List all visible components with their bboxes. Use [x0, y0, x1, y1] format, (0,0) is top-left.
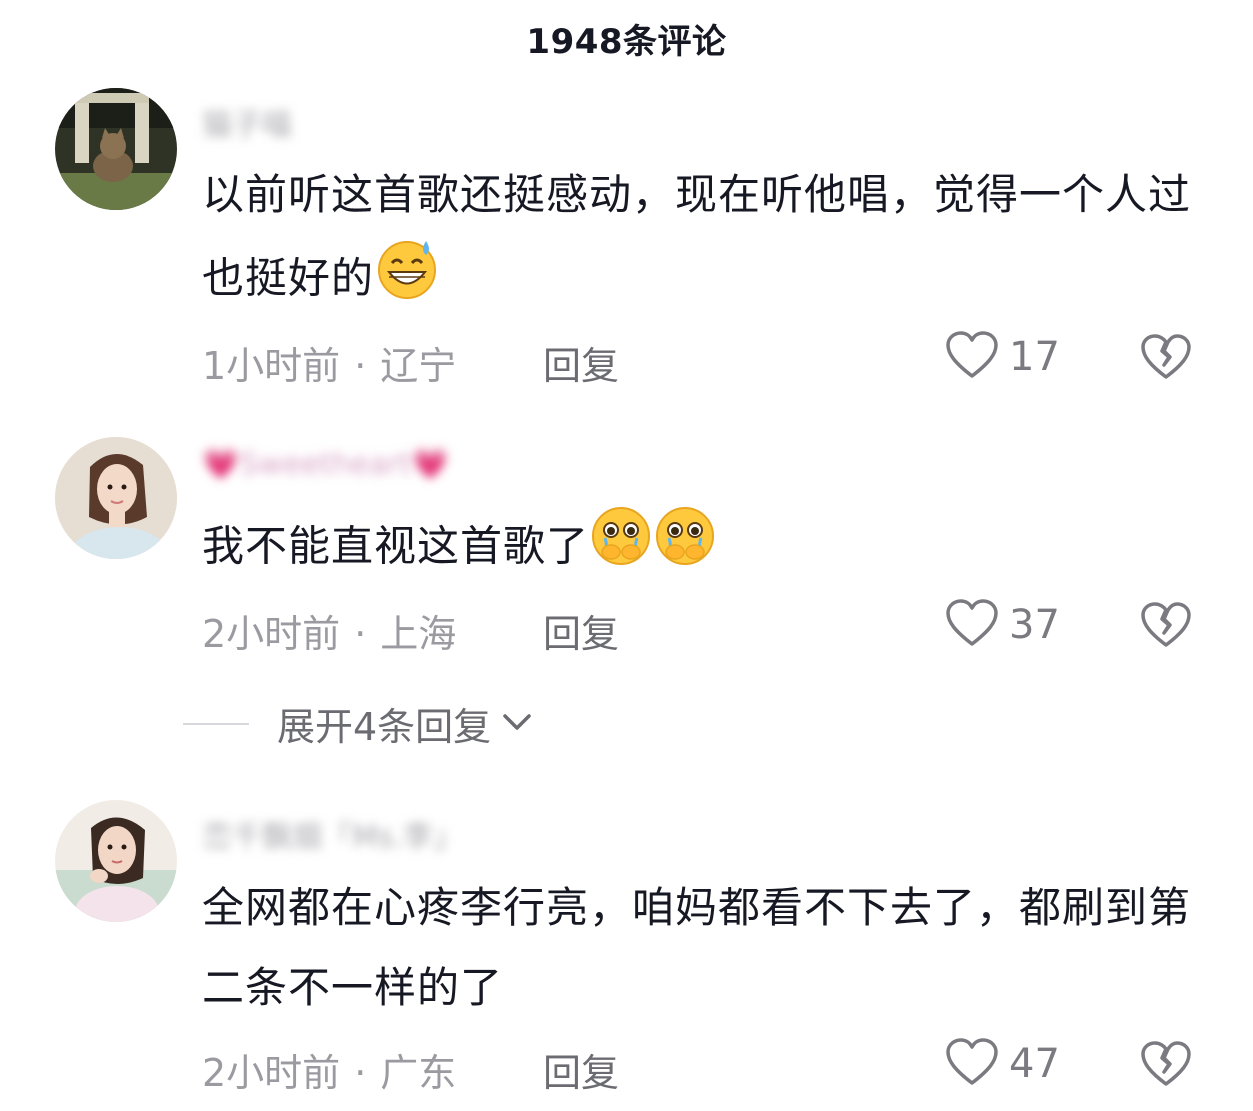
heart-icon [945, 1037, 999, 1091]
expand-replies-label: 展开4条回复 [277, 705, 492, 749]
comment-time: 2小时前 [202, 1051, 341, 1095]
divider-line [183, 722, 249, 725]
comment-text-body: 我不能直视这首歌了 [202, 521, 590, 571]
comment-text: 我不能直视这首歌了 [202, 504, 1212, 594]
username[interactable]: 💗Sweetheart💗 [202, 447, 449, 482]
comment-text-body: 以前听这首歌还挺感动，现在听他唱，觉得一个人过也挺好的 [202, 170, 1192, 303]
comments-count-title: 1948条评论 [526, 22, 727, 62]
broken-heart-icon[interactable] [1140, 1040, 1192, 1092]
holding-back-tears-icon [589, 504, 653, 594]
like-button[interactable]: 37 [945, 598, 1060, 652]
like-button[interactable]: 47 [945, 1037, 1060, 1091]
comment-meta: 2小时前 · 上海 [202, 603, 456, 658]
broken-heart-icon[interactable] [1140, 601, 1192, 653]
reply-button[interactable]: 回复 [543, 603, 619, 658]
reply-button[interactable]: 回复 [543, 335, 619, 390]
comment-time: 2小时前 [202, 612, 341, 656]
separator-dot: · [354, 344, 367, 388]
avatar[interactable] [55, 800, 177, 922]
comment-location: 上海 [380, 612, 457, 656]
separator-dot: · [354, 1051, 367, 1095]
comment-time: 1小时前 [202, 344, 341, 388]
like-button[interactable]: 17 [945, 330, 1060, 384]
comment-meta: 2小时前 · 广东 [202, 1042, 456, 1097]
heart-icon [945, 330, 999, 384]
pink-heart-icon: 💗 [202, 447, 240, 482]
comment-meta: 1小时前 · 辽宁 [202, 335, 456, 390]
heart-icon [945, 598, 999, 652]
like-count: 37 [1009, 602, 1060, 648]
grin-sweat-icon [374, 235, 440, 327]
username[interactable]: 猫子喵 [202, 100, 292, 144]
comment-location: 辽宁 [380, 344, 457, 388]
comment-location: 广东 [380, 1051, 457, 1095]
username-text: Sweetheart [239, 447, 412, 482]
expand-replies-button[interactable]: 展开4条回复 [183, 696, 535, 751]
broken-heart-icon[interactable] [1140, 333, 1192, 385]
username[interactable]: 峦千飘烟「Ms.李」 [202, 812, 463, 856]
separator-dot: · [354, 612, 367, 656]
reply-button[interactable]: 回复 [543, 1042, 619, 1097]
avatar[interactable] [55, 437, 177, 559]
chevron-down-icon [491, 710, 535, 738]
comment-text: 以前听这首歌还挺感动，现在听他唱，觉得一个人过也挺好的 [202, 155, 1212, 327]
like-count: 17 [1009, 334, 1060, 380]
comment-text-body: 全网都在心疼李行亮，咱妈都看不下去了，都刷到第二条不一样的了 [202, 883, 1192, 1012]
avatar[interactable] [55, 88, 177, 210]
holding-back-tears-icon [653, 504, 717, 594]
pink-heart-icon: 💗 [411, 447, 449, 482]
comment-text: 全网都在心疼李行亮，咱妈都看不下去了，都刷到第二条不一样的了 [202, 868, 1212, 1028]
like-count: 47 [1009, 1041, 1060, 1087]
